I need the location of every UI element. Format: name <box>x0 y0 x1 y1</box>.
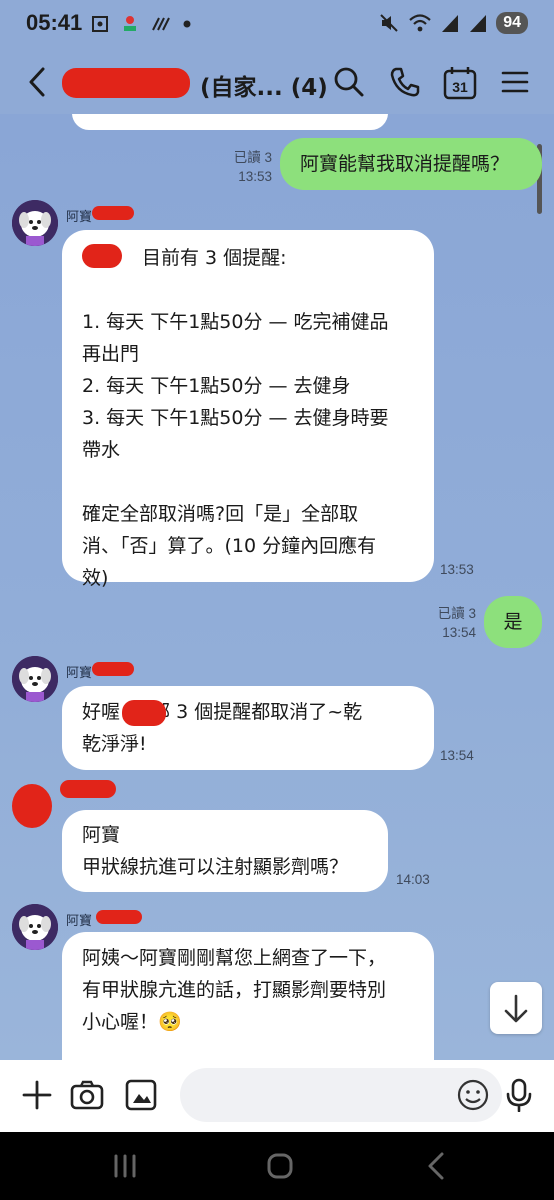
message-line: 效) <box>82 567 109 589</box>
status-bar: 05:41 94 <box>0 0 554 50</box>
signal-icon-1 <box>442 15 459 32</box>
message-line: 目前有 3 個提醒: <box>142 247 287 269</box>
dog-avatar-icon <box>12 904 58 950</box>
message-line: 1. 每天 下午1點50分 — 吃完補健品 <box>82 311 389 333</box>
message-line: 3. 每天 下午1點50分 — 去健身時要 <box>82 407 389 429</box>
sender-name: 阿寶 <box>66 666 93 681</box>
screenshot-icon <box>92 16 108 32</box>
message-line: 有甲狀腺亢進的話，打顯影劑要特別 <box>82 979 387 1001</box>
my-message-bubble[interactable]: 阿寶能幫我取消提醒嗎？ <box>280 138 542 190</box>
bot-message-bubble[interactable]: 目前有 3 個提醒: 1. 每天 下午1點50分 — 吃完補健品 再出門 2. … <box>62 230 434 589</box>
camera-icon[interactable] <box>70 1078 104 1112</box>
message-time: 13:54 <box>442 625 476 640</box>
message-meta: 已讀 3 13:54 <box>412 604 476 642</box>
message-text: 阿寶能幫我取消提醒嗎？ <box>300 153 510 175</box>
wifi-icon <box>409 14 431 32</box>
message-line: 阿姨～阿寶剛剛幫您上網查了一下， <box>82 947 387 969</box>
redacted-name <box>122 700 166 726</box>
emoji-icon[interactable] <box>456 1078 490 1112</box>
message-line <box>82 466 414 498</box>
mute-icon <box>380 14 398 32</box>
microphone-icon[interactable] <box>502 1078 536 1112</box>
chat-header: (自家... (4) 31 <box>0 50 554 114</box>
user-message-bubble[interactable]: 阿寶 甲狀線抗進可以注射顯影劑嗎？ <box>62 810 388 892</box>
message-line: 帶水 <box>82 439 121 461</box>
read-receipt: 已讀 3 <box>437 606 476 621</box>
avatar[interactable] <box>12 656 58 702</box>
sender-name: 阿寶 <box>66 210 93 225</box>
data-saver-icon <box>152 17 170 31</box>
redacted-avatar <box>12 784 52 828</box>
scroll-down-button[interactable] <box>490 982 542 1034</box>
status-right: 94 <box>378 12 528 34</box>
battery-level: 94 <box>496 12 528 34</box>
calendar-icon[interactable]: 31 <box>442 65 478 101</box>
dog-avatar-icon <box>12 200 58 246</box>
menu-icon[interactable] <box>498 65 532 99</box>
dog-avatar-icon <box>12 656 58 702</box>
message-line: 再出門 <box>82 343 140 365</box>
message-line: 阿寶 <box>82 824 121 846</box>
input-bar <box>0 1060 554 1132</box>
message-line: 乾淨淨! <box>82 733 147 755</box>
previous-message-bubble <box>72 114 388 130</box>
calendar-day: 31 <box>452 79 468 95</box>
chat-area[interactable]: 已讀 3 13:53 阿寶能幫我取消提醒嗎？ 阿寶 目前有 3 個提醒: 1. … <box>0 114 554 1060</box>
message-meta: 已讀 3 13:53 <box>208 148 272 186</box>
status-time: 05:41 <box>26 10 83 35</box>
read-receipt: 已讀 3 <box>233 150 272 165</box>
plus-icon[interactable] <box>20 1078 54 1112</box>
message-time: 13:53 <box>238 169 272 184</box>
message-line <box>82 274 414 306</box>
signal-icon-2 <box>470 15 487 32</box>
image-icon[interactable] <box>124 1078 158 1112</box>
recent-apps-icon[interactable] <box>110 1152 140 1180</box>
redacted-name <box>60 780 116 798</box>
message-time: 13:53 <box>440 562 474 577</box>
tv-app-icon <box>124 16 136 31</box>
chat-title[interactable]: (自家... (4) <box>200 68 328 102</box>
message-line: 消、「否」算了。(10 分鐘內回應有 <box>82 535 377 557</box>
status-notification-icons <box>90 14 192 34</box>
message-time: 14:03 <box>396 872 430 887</box>
redacted-name <box>92 662 134 676</box>
phone-icon[interactable] <box>388 65 422 99</box>
redacted-name <box>96 910 142 924</box>
sender-name: 阿寶 <box>66 914 93 929</box>
system-nav-bar <box>0 1132 554 1200</box>
bot-message-bubble[interactable]: 好喔 ,全部 3 個提醒都取消了~乾 乾淨淨! <box>62 686 434 770</box>
redacted-name <box>82 244 122 268</box>
home-icon[interactable] <box>264 1150 296 1182</box>
message-text: 是 <box>503 611 523 633</box>
message-input[interactable] <box>180 1068 502 1122</box>
message-line: 甲狀線抗進可以注射顯影劑嗎？ <box>82 856 349 878</box>
chevron-left-icon[interactable] <box>20 64 56 100</box>
search-icon[interactable] <box>332 65 366 99</box>
message-line: 確定全部取消嗎?回「是」全部取 <box>82 503 359 525</box>
avatar[interactable] <box>12 904 58 950</box>
arrow-down-icon <box>504 994 528 1023</box>
message-time: 13:54 <box>440 748 474 763</box>
my-message-bubble[interactable]: 是 <box>484 596 542 648</box>
bot-message-bubble[interactable]: 阿姨～阿寶剛剛幫您上網查了一下， 有甲狀腺亢進的話，打顯影劑要特別 小心喔！🥺 <box>62 932 434 1060</box>
back-nav-icon[interactable] <box>424 1150 448 1182</box>
avatar[interactable] <box>12 200 58 246</box>
message-line: 小心喔！🥺 <box>82 1011 182 1033</box>
redacted-name <box>92 206 134 220</box>
message-line: 2. 每天 下午1點50分 — 去健身 <box>82 375 351 397</box>
redacted-group-name <box>62 68 190 98</box>
dot-icon <box>183 20 191 28</box>
